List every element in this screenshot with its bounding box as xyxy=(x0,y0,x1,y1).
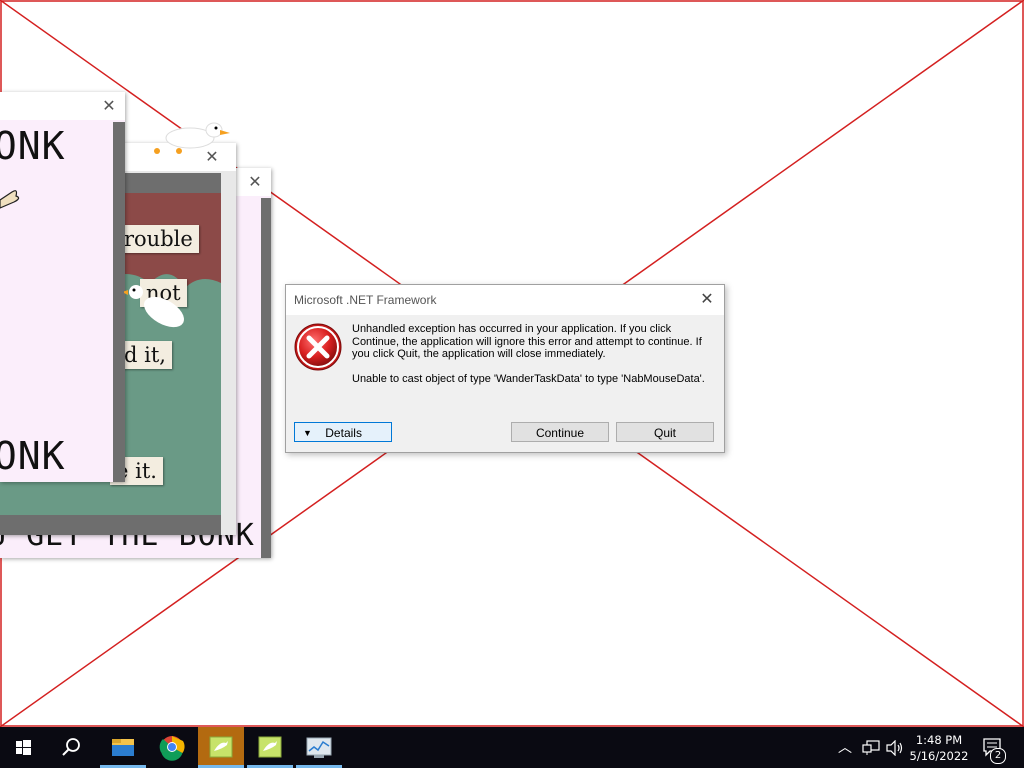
notification-badge: 2 xyxy=(990,748,1006,764)
taskbar: ︿ 1:48 PM 5/16/2022 2 xyxy=(0,727,1024,768)
details-label: Details xyxy=(325,426,362,440)
clock-date: 5/16/2022 xyxy=(909,749,969,763)
dialog-titlebar[interactable]: Microsoft .NET Framework ✕ xyxy=(286,285,724,315)
honk-top: HONK xyxy=(0,124,66,168)
quit-button[interactable]: Quit xyxy=(616,422,714,442)
error-dialog[interactable]: Microsoft .NET Framework ✕ Unhandled exc… xyxy=(285,284,725,453)
details-button[interactable]: ▼ Details xyxy=(294,422,392,442)
close-icon[interactable]: ✕ xyxy=(698,290,716,308)
show-hidden-icons-button[interactable]: ︿ xyxy=(838,737,852,757)
note-snippet-3: d it, xyxy=(118,341,172,369)
goose-notes-button[interactable] xyxy=(198,727,244,768)
volume-icon[interactable] xyxy=(886,740,904,756)
file-explorer-button[interactable] xyxy=(100,727,146,768)
clock-time: 1:48 PM xyxy=(915,733,963,747)
dialog-title: Microsoft .NET Framework xyxy=(294,293,437,307)
chrome-icon xyxy=(159,736,185,761)
goose-foot-icon xyxy=(176,148,182,154)
chevron-up-icon: ︿ xyxy=(838,740,852,756)
error-text-cast: Unable to cast object of type 'WanderTas… xyxy=(352,372,705,385)
goose-icon[interactable] xyxy=(162,120,232,160)
honk-bottom: HONK xyxy=(0,434,66,478)
windows-start-icon xyxy=(16,740,31,755)
goose-notes-icon-2 xyxy=(247,736,293,768)
chevron-down-icon: ▼ xyxy=(303,428,312,438)
task-manager-icon xyxy=(296,737,342,768)
chrome-button[interactable] xyxy=(150,727,196,768)
goose-foot-icon xyxy=(154,148,160,154)
error-icon xyxy=(294,323,342,371)
action-center-button[interactable]: 2 xyxy=(982,737,1006,764)
scrollbar[interactable] xyxy=(261,198,271,558)
goose-notes-button-2[interactable] xyxy=(247,727,293,768)
bone-icon xyxy=(0,190,20,209)
task-manager-button[interactable] xyxy=(296,727,342,768)
error-text-main: Unhandled exception has occurred in your… xyxy=(352,323,702,360)
close-icon[interactable]: ✕ xyxy=(99,96,119,116)
close-icon[interactable]: ✕ xyxy=(245,172,265,192)
clock[interactable]: 1:48 PM 5/16/2022 xyxy=(906,732,972,764)
file-explorer-icon xyxy=(100,739,146,768)
error-message: Unhandled exception has occurred in your… xyxy=(352,323,712,397)
goose-icon-2[interactable] xyxy=(124,282,194,342)
search-icon xyxy=(62,738,80,756)
continue-button[interactable]: Continue xyxy=(511,422,609,442)
network-icon[interactable] xyxy=(862,740,880,756)
start-button[interactable] xyxy=(0,727,46,768)
goose-note-window-1[interactable]: ✕ HONK HONK xyxy=(0,92,125,482)
goose-notes-icon xyxy=(198,736,244,768)
note-snippet-1: rouble xyxy=(118,225,199,253)
search-button[interactable] xyxy=(48,727,94,768)
